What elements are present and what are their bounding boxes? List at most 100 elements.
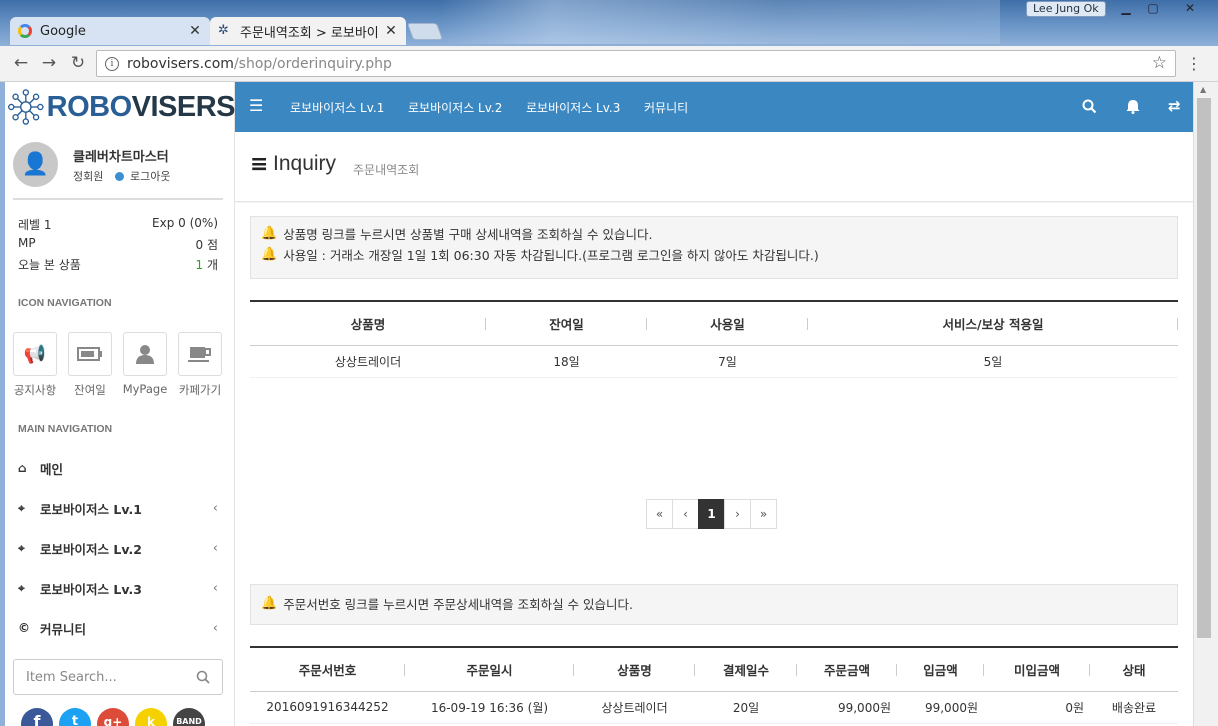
profile-badge[interactable]: Lee Jung Ok [1026,1,1106,17]
table-cell: 99,000원 [797,691,897,724]
product-name-link[interactable]: 상상트레이더 [250,345,486,378]
sidebar-item-community[interactable]: © 커뮤니티 ‹ [18,616,218,640]
next-page-button[interactable]: › [724,499,751,529]
kakao-icon[interactable]: k [135,708,167,726]
swap-arrows-icon[interactable]: ⇄ [1168,97,1181,115]
bell-icon[interactable] [1126,99,1140,114]
icon-nav-title: ICON NAVIGATION [18,297,112,309]
table-cell: 20일 [695,691,797,724]
notice-box: 🔔 상품명 링크를 누르시면 상품별 구매 상세내역을 조회하실 수 있습니다. … [250,216,1178,279]
table-header-cell: 주문서번호 [250,646,405,692]
coffee-icon [188,347,211,362]
facebook-icon[interactable]: f [21,708,53,726]
reload-icon[interactable]: ↻ [67,53,89,75]
table-cell: 18일 [486,345,647,378]
topnav-lv3[interactable]: 로보바이저스 Lv.3 [526,99,620,116]
browser-toolbar: ← → ↻ i robovisers.com/shop/orderinquiry… [0,46,1218,82]
table-row: 상상트레이더 18일 7일 5일 [250,345,1178,378]
search-icon[interactable] [196,670,210,684]
cafe-button[interactable] [178,332,222,376]
crosshair-icon: ⌖ [18,500,25,515]
tab-title: Google [40,23,86,39]
maximize-icon[interactable]: ▢ [1140,0,1166,18]
social-links: f t g+ k BAND [21,708,211,726]
page-title: Inquiry [273,152,337,175]
stat-viewed: 오늘 본 상품 1 개 [18,258,218,272]
crosshair-icon: ⌖ [18,580,25,595]
bell-icon: 🔔 [261,247,278,262]
notice-button[interactable]: 📢 [13,332,57,376]
info-icon[interactable]: i [105,56,119,71]
table-header-cell: 상품명 [250,300,486,346]
logo[interactable]: ROBOVISERS [5,82,236,132]
sidebar: ROBOVISERS 👤 클레버차트마스터 정회원 로그아웃 레벨 1 Exp 0… [5,82,236,726]
search-icon[interactable] [1082,99,1097,114]
icon-nav-label[interactable]: 카페가기 [170,382,230,398]
first-page-button[interactable]: « [646,499,673,529]
page-viewport: ROBOVISERS 👤 클레버차트마스터 정회원 로그아웃 레벨 1 Exp 0… [5,82,1193,726]
item-search-box[interactable]: Item Search... [13,659,223,695]
logout-link[interactable]: 로그아웃 [115,168,170,184]
bell-icon: 🔔 [261,226,278,241]
browser-menu-icon[interactable]: ⋮ [1186,54,1202,73]
mypage-button[interactable] [123,332,167,376]
notice-line: 🔔 상품명 링크를 누르시면 상품별 구매 상세내역을 조회하실 수 있습니다. [261,226,653,242]
sidebar-item-lv2[interactable]: ⌖ 로보바이저스 Lv.2 ‹ [18,536,218,560]
order-number-link[interactable]: 2016091916344252 [250,691,405,724]
pagination: « ‹ 1 › » [646,499,777,529]
icon-nav-label[interactable]: 잔여일 [60,382,120,398]
table-header-cell: 결제일수 [695,646,797,692]
band-icon[interactable]: BAND [173,708,205,726]
back-arrow-icon[interactable]: ← [10,53,32,75]
close-tab-icon[interactable]: ✕ [188,23,202,39]
tab-order-inquiry[interactable]: ✲ 주문내역조회 > 로보바이 ✕ [210,17,406,45]
table-header-cell: 입금액 [897,646,984,692]
sidebar-item-main[interactable]: ⌂ 메인 [18,456,218,480]
hamburger-menu-icon[interactable]: ☰ [249,96,263,115]
table-cell: 99,000원 [897,691,984,724]
tab-google[interactable]: Google ✕ [10,17,210,45]
chevron-left-icon: ‹ [212,500,218,516]
tab-strip: Google ✕ ✲ 주문내역조회 > 로보바이 ✕ Lee Jung Ok ▁… [0,0,1218,46]
avatar-add-user-icon[interactable]: 👤 [13,142,58,187]
search-input[interactable]: Item Search... [26,670,196,685]
topnav-lv1[interactable]: 로보바이저스 Lv.1 [290,99,384,116]
forward-arrow-icon[interactable]: → [38,53,60,75]
vertical-scrollbar[interactable]: ▲ [1193,82,1218,726]
table-header-cell: 서비스/보상 적용일 [808,300,1178,346]
twitter-icon[interactable]: t [59,708,91,726]
bookmark-star-icon[interactable]: ☆ [1152,53,1167,73]
close-tab-icon[interactable]: ✕ [384,23,398,39]
minimize-icon[interactable]: ▁ [1113,0,1139,18]
remaining-days-button[interactable] [68,332,112,376]
copyright-icon: © [18,621,30,635]
robovisers-favicon-icon: ✲ [218,23,229,38]
page-subtitle: 주문내역조회 [353,163,420,177]
user-grade: 정회원 [73,170,104,183]
topnav-lv2[interactable]: 로보바이저스 Lv.2 [408,99,502,116]
divider [13,198,223,200]
sidebar-item-lv1[interactable]: ⌖ 로보바이저스 Lv.1 ‹ [18,496,218,520]
scroll-up-icon[interactable]: ▲ [1200,85,1206,94]
page-1-button[interactable]: 1 [698,499,725,529]
menu-lines-icon: ≡ [250,152,269,177]
stat-mp: MP 0 점 [18,236,218,252]
url-text[interactable]: robovisers.com/shop/orderinquiry.php [127,56,392,72]
new-tab-button[interactable] [406,23,444,40]
stat-level: 레벨 1 Exp 0 (0%) [18,216,218,232]
main-content: 🔔 상품명 링크를 누르시면 상품별 구매 상세내역을 조회하실 수 있습니다. … [235,203,1193,726]
icon-nav-label[interactable]: MyPage [115,382,175,396]
scrollbar-thumb[interactable] [1197,98,1211,638]
prev-page-button[interactable]: ‹ [672,499,699,529]
sidebar-item-lv3[interactable]: ⌖ 로보바이저스 Lv.3 ‹ [18,576,218,600]
address-bar[interactable]: i robovisers.com/shop/orderinquiry.php ☆ [96,50,1176,77]
tab-title: 주문내역조회 > 로보바이 [240,25,379,41]
google-plus-icon[interactable]: g+ [97,708,129,726]
close-window-icon[interactable]: ✕ [1172,0,1208,18]
status-badge: 배송완료 [1090,691,1178,724]
last-page-button[interactable]: » [750,499,777,529]
icon-nav-label[interactable]: 공지사항 [5,382,65,398]
main-nav-title: MAIN NAVIGATION [18,423,113,435]
bell-icon: 🔔 [261,596,278,611]
topnav-community[interactable]: 커뮤니티 [644,99,688,116]
